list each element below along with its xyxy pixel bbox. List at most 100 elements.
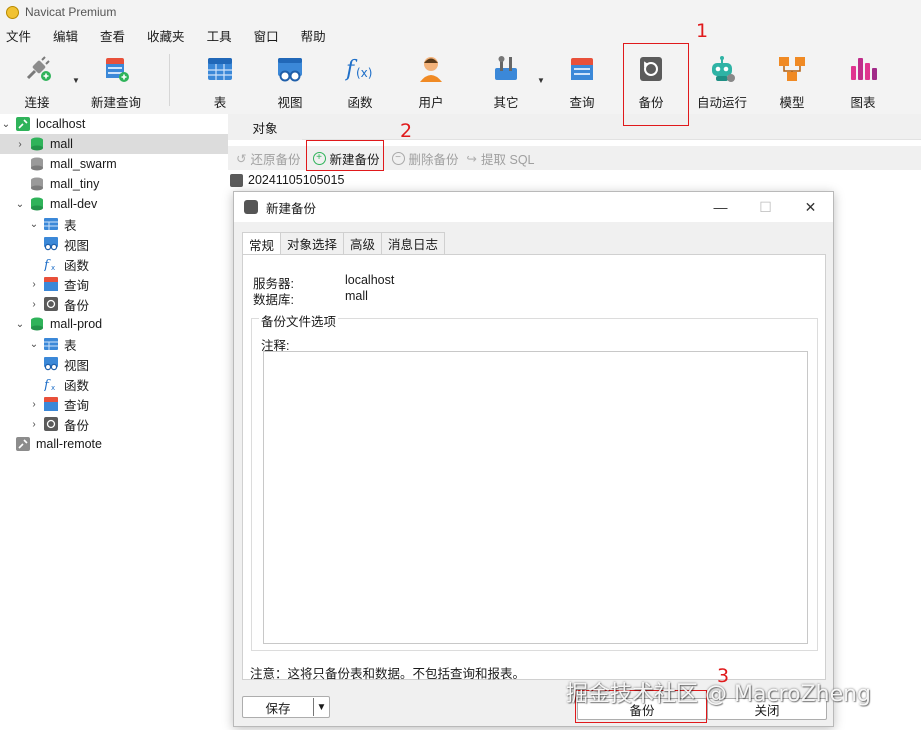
dialog-tabs: 常规 对象选择 高级 消息日志 xyxy=(242,232,446,255)
tree-item-mall-prod[interactable]: ⌄ mall-prod xyxy=(0,314,228,334)
general-panel: 服务器: localhost 数据库: mall 备份文件选项 注释: 注意：这… xyxy=(242,254,826,681)
toolbar-table-button[interactable]: 表 xyxy=(205,50,235,110)
toolbar-user-button[interactable]: 用户 xyxy=(416,50,446,110)
chevron-down-icon[interactable]: ⌄ xyxy=(14,199,26,210)
chevron-right-icon[interactable]: › xyxy=(14,139,26,150)
chevron-right-icon[interactable]: › xyxy=(28,419,40,430)
chevron-down-icon[interactable]: ⌄ xyxy=(28,219,40,230)
toolbar-label: 连接 xyxy=(24,96,50,110)
toolbar-label: 视图 xyxy=(277,96,303,110)
tree-item-mall[interactable]: › mall xyxy=(0,134,228,154)
backup-icon xyxy=(44,417,58,431)
tree-item-mall-dev[interactable]: ⌄ mall-dev xyxy=(0,194,228,214)
tree-item-views[interactable]: 视图 xyxy=(0,354,228,374)
function-icon: fx xyxy=(43,377,58,393)
chevron-down-icon[interactable]: ⌄ xyxy=(14,319,26,330)
tab-object-selection[interactable]: 对象选择 xyxy=(280,232,345,254)
chart-icon xyxy=(848,54,878,84)
svg-text:x: x xyxy=(51,384,55,391)
database-icon xyxy=(30,197,44,211)
toolbar-chart-button[interactable]: 图表 xyxy=(848,50,878,110)
table-icon xyxy=(44,337,58,351)
save-dropdown-arrow-icon[interactable]: ▼ xyxy=(314,702,329,713)
delete-backup-button[interactable]: − 删除备份 xyxy=(391,149,459,168)
backup-file-icon xyxy=(230,173,243,187)
toolbar-automation-button[interactable]: 自动运行 xyxy=(697,50,747,110)
backup-icon xyxy=(44,297,58,311)
maximize-button[interactable]: ☐ xyxy=(743,192,788,222)
tree-item-label: 备份 xyxy=(64,298,90,313)
toolbar-label: 函数 xyxy=(347,96,373,110)
table-icon xyxy=(205,54,235,84)
tree-item-localhost[interactable]: ⌄ localhost xyxy=(0,114,228,134)
other-dropdown-arrow-icon[interactable]: ▼ xyxy=(537,76,545,85)
tree-item-tables[interactable]: ⌄ 表 xyxy=(0,334,228,354)
query-icon xyxy=(44,277,58,291)
tree-item-backups[interactable]: › 备份 xyxy=(0,414,228,434)
toolbar-query-button[interactable]: 查询 xyxy=(567,50,597,110)
title-bar: Navicat Premium xyxy=(0,0,921,24)
extract-sql-button[interactable]: ↪ 提取 SQL xyxy=(467,149,535,168)
menu-favorites[interactable]: 收藏夹 xyxy=(141,26,196,45)
chevron-right-icon[interactable]: › xyxy=(28,299,40,310)
connect-dropdown-arrow-icon[interactable]: ▼ xyxy=(72,76,80,85)
minimize-button[interactable]: — xyxy=(698,192,743,222)
menu-view[interactable]: 查看 xyxy=(94,26,136,45)
menu-window[interactable]: 窗口 xyxy=(248,26,290,45)
tree-item-mall-swarm[interactable]: mall_swarm xyxy=(0,154,228,174)
tab-general[interactable]: 常规 xyxy=(242,232,282,255)
dialog-title-bar: 新建备份 — ☐ ✕ xyxy=(234,192,833,222)
main-toolbar: 连接 ▼ 新建查询 表 视图 f (x) 函数 用户 其它 ▼ 查询 备份 自动… xyxy=(0,46,921,114)
toolbar-connect-button[interactable]: 连接 xyxy=(22,50,52,110)
chevron-right-icon[interactable]: › xyxy=(28,279,40,290)
save-button[interactable]: 保存 ▼ xyxy=(242,696,330,718)
tree-item-mall-tiny[interactable]: mall_tiny xyxy=(0,174,228,194)
tree-item-label: 查询 xyxy=(64,278,90,293)
chevron-right-icon[interactable]: › xyxy=(28,399,40,410)
menu-file[interactable]: 文件 xyxy=(0,26,42,45)
tab-objects[interactable]: 对象 xyxy=(228,114,302,140)
backup-list-item[interactable]: 20241105105015 xyxy=(230,171,344,189)
tree-item-mall-remote[interactable]: mall-remote xyxy=(0,434,228,454)
chevron-down-icon[interactable]: ⌄ xyxy=(28,339,40,350)
close-icon[interactable]: ✕ xyxy=(788,192,833,222)
tree-item-label: mall-dev xyxy=(50,197,98,211)
object-tab-bar: 对象 xyxy=(228,114,921,140)
toolbar-view-button[interactable]: 视图 xyxy=(275,50,305,110)
svg-text:(x): (x) xyxy=(356,66,372,80)
toolbar-other-button[interactable]: 其它 xyxy=(491,50,521,110)
server-value: localhost xyxy=(345,273,395,287)
comment-textarea[interactable] xyxy=(263,351,808,644)
tree-item-functions[interactable]: fx 函数 xyxy=(0,374,228,394)
tree-item-queries[interactable]: › 查询 xyxy=(0,274,228,294)
restore-backup-button[interactable]: ↺ 还原备份 xyxy=(236,149,301,168)
extract-icon: ↪ xyxy=(466,151,478,166)
tree-item-tables[interactable]: ⌄ 表 xyxy=(0,214,228,234)
menu-help[interactable]: 帮助 xyxy=(295,26,337,45)
tree-item-label: 视图 xyxy=(64,358,90,373)
tree-item-backups[interactable]: › 备份 xyxy=(0,294,228,314)
tree-item-label: mall_tiny xyxy=(50,177,100,191)
tree-item-label: 函数 xyxy=(64,378,90,393)
watermark: 掘金技术社区 @ MacroZheng xyxy=(566,682,872,707)
tab-advanced[interactable]: 高级 xyxy=(343,232,383,254)
tab-message-log[interactable]: 消息日志 xyxy=(381,232,446,254)
toolbar-new-query-button[interactable]: 新建查询 xyxy=(91,50,141,110)
navicat-logo-icon xyxy=(6,5,19,19)
tree-item-views[interactable]: 视图 xyxy=(0,234,228,254)
user-icon xyxy=(416,54,446,84)
menu-tools[interactable]: 工具 xyxy=(201,26,243,45)
tree-item-functions[interactable]: fx 函数 xyxy=(0,254,228,274)
toolbar-label: 用户 xyxy=(418,96,444,110)
menu-edit[interactable]: 编辑 xyxy=(47,26,89,45)
view-icon xyxy=(44,237,58,251)
remove-circle-icon: − xyxy=(391,151,405,165)
chevron-down-icon[interactable]: ⌄ xyxy=(0,119,12,130)
toolbar-model-button[interactable]: 模型 xyxy=(777,50,807,110)
toolbar-divider xyxy=(169,54,170,106)
toolbar-function-button[interactable]: f (x) 函数 xyxy=(344,50,375,110)
tree-item-queries[interactable]: › 查询 xyxy=(0,394,228,414)
new-backup-dialog: 新建备份 — ☐ ✕ 常规 对象选择 高级 消息日志 服务器: localhos… xyxy=(233,191,834,727)
toolbar-label: 图表 xyxy=(850,96,876,110)
query-icon xyxy=(44,397,58,411)
